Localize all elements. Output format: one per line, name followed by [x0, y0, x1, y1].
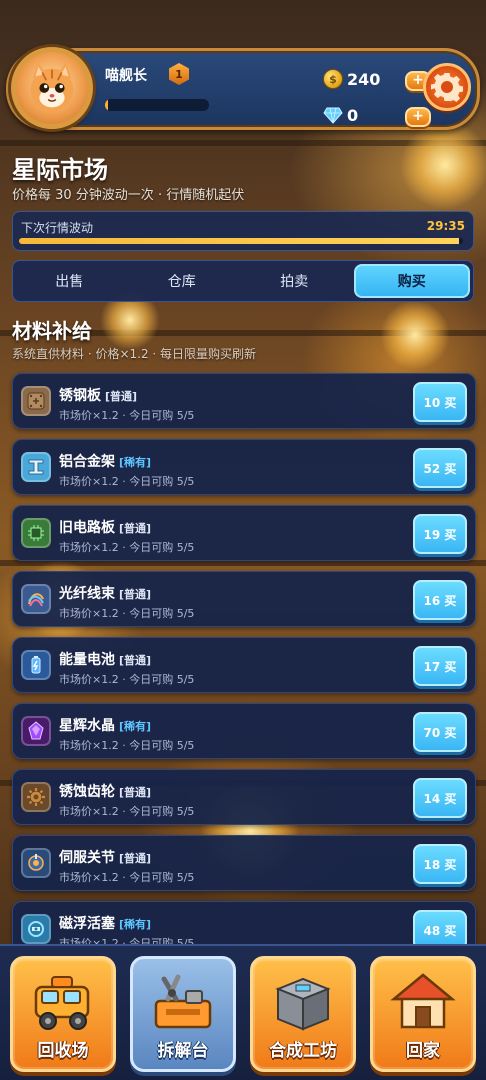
settings-button[interactable] [423, 63, 471, 111]
buy-button[interactable]: 52 买 [413, 448, 467, 488]
player-header: 喵舰长 1 $ 240 + 0 + [6, 47, 480, 130]
item-name: 铝合金架 [稀有] [59, 454, 152, 470]
timer-progress-fill [19, 238, 459, 244]
coin-amount: 240 [347, 69, 381, 89]
item-meta: 市场价×1.2 · 今日可购 5/5 [59, 475, 195, 488]
tab-sell[interactable]: 出售 [13, 261, 126, 301]
buy-button[interactable]: 19 买 [413, 514, 467, 554]
item-name: 光纤线束 [普通] [59, 586, 152, 602]
crafting-box-icon [275, 977, 331, 1031]
dismantle-icon [154, 974, 212, 1029]
nav-recycling-yard[interactable]: 回收场 [10, 956, 116, 1072]
aluminum-frame-icon [21, 452, 51, 482]
item-meta: 市场价×1.2 · 今日可购 5/5 [59, 871, 195, 884]
cat-astronaut-icon [30, 62, 74, 112]
list-item: 伺服关节 [普通] 市场价×1.2 · 今日可购 5/5 18 买 [12, 835, 476, 891]
section-title: 材料补给 [12, 319, 92, 343]
rarity-tag: [普通] [105, 390, 138, 403]
truck-icon [34, 976, 90, 1030]
player-name: 喵舰长 [105, 68, 147, 84]
nav-label: 拆解台 [157, 1041, 209, 1061]
page-title: 星际市场 [12, 156, 108, 184]
gear-icon [431, 73, 463, 102]
rarity-tag: [普通] [119, 522, 152, 535]
rarity-tag: [稀有] [119, 720, 152, 733]
coin-counter: $ 240 [323, 69, 380, 89]
timer-label: 下次行情波动 [21, 221, 94, 235]
nav-dismantle-bench[interactable]: 拆解台 [130, 956, 236, 1072]
rarity-tag: [普通] [119, 654, 152, 667]
item-name: 星辉水晶 [稀有] [59, 718, 152, 734]
star-crystal-icon [21, 716, 51, 746]
tab-auction[interactable]: 拍卖 [238, 261, 351, 301]
nav-go-home[interactable]: 回家 [370, 956, 476, 1072]
rarity-tag: [普通] [119, 852, 152, 865]
item-name: 磁浮活塞 [稀有] [59, 916, 152, 932]
coin-icon: $ [323, 69, 343, 89]
item-name: 旧电路板 [普通] [59, 520, 152, 536]
buy-button[interactable]: 10 买 [413, 382, 467, 422]
item-meta: 市场价×1.2 · 今日可购 5/5 [59, 607, 195, 620]
buy-button[interactable]: 18 买 [413, 844, 467, 884]
rarity-tag: [普通] [119, 786, 152, 799]
nav-label: 回家 [406, 1041, 440, 1061]
item-meta: 市场价×1.2 · 今日可购 5/5 [59, 541, 195, 554]
market-timer-panel: 下次行情波动 29:35 [12, 211, 474, 251]
circuit-board-icon [21, 518, 51, 548]
section-subtitle: 系统直供材料 · 价格×1.2 · 每日限量购买刷新 [12, 347, 257, 361]
buy-button[interactable]: 70 买 [413, 712, 467, 752]
rarity-tag: [稀有] [119, 918, 152, 931]
maglev-piston-icon [21, 914, 51, 944]
gem-amount: 0 [347, 105, 359, 125]
item-meta: 市场价×1.2 · 今日可购 5/5 [59, 673, 195, 686]
list-item: 锈钢板 [普通] 市场价×1.2 · 今日可购 5/5 10 买 [12, 373, 476, 429]
item-name: 能量电池 [普通] [59, 652, 152, 668]
item-name: 伺服关节 [普通] [59, 850, 152, 866]
page-subtitle: 价格每 30 分钟波动一次 · 行情随机起伏 [12, 188, 245, 203]
item-name: 锈钢板 [普通] [59, 388, 138, 404]
energy-battery-icon [21, 650, 51, 680]
exp-bar-fill [105, 99, 109, 111]
timer-progress-bar [19, 238, 463, 244]
list-item: 光纤线束 [普通] 市场价×1.2 · 今日可购 5/5 16 买 [12, 571, 476, 627]
item-meta: 市场价×1.2 · 今日可购 5/5 [59, 409, 195, 422]
rusty-gear-icon [21, 782, 51, 812]
rarity-tag: [稀有] [119, 456, 152, 469]
tab-buy[interactable]: 购买 [353, 264, 470, 298]
item-meta: 市场价×1.2 · 今日可购 5/5 [59, 805, 195, 818]
buy-button[interactable]: 16 买 [413, 580, 467, 620]
add-gems-button[interactable]: + [405, 107, 431, 127]
rarity-tag: [普通] [119, 588, 152, 601]
gem-counter: 0 [323, 105, 358, 125]
list-item: 星辉水晶 [稀有] 市场价×1.2 · 今日可购 5/5 70 买 [12, 703, 476, 759]
item-name: 锈蚀齿轮 [普通] [59, 784, 152, 800]
item-meta: 市场价×1.2 · 今日可购 5/5 [59, 739, 195, 752]
nav-crafting-workshop[interactable]: 合成工坊 [250, 956, 356, 1072]
exp-bar [105, 99, 209, 111]
item-list: 锈钢板 [普通] 市场价×1.2 · 今日可购 5/5 10 买 铝合金架 [稀有]… [12, 373, 476, 967]
bottom-navigation: 回收场 拆解台 合成工坊 回家 [0, 944, 486, 1080]
servo-joint-icon [21, 848, 51, 878]
list-item: 能量电池 [普通] 市场价×1.2 · 今日可购 5/5 17 买 [12, 637, 476, 693]
nav-label: 回收场 [37, 1041, 89, 1061]
player-avatar[interactable] [11, 47, 93, 129]
buy-button[interactable]: 14 买 [413, 778, 467, 818]
buy-button[interactable]: 17 买 [413, 646, 467, 686]
timer-countdown: 29:35 [426, 219, 465, 233]
tab-warehouse[interactable]: 仓库 [126, 261, 239, 301]
steel-plate-icon [21, 386, 51, 416]
market-tabs: 出售 仓库 拍卖 购买 [12, 260, 474, 302]
nav-label: 合成工坊 [269, 1041, 337, 1061]
level-badge: 1 [169, 63, 189, 85]
house-icon [390, 973, 456, 1029]
list-item: 锈蚀齿轮 [普通] 市场价×1.2 · 今日可购 5/5 14 买 [12, 769, 476, 825]
fiber-cable-icon [21, 584, 51, 614]
list-item: 铝合金架 [稀有] 市场价×1.2 · 今日可购 5/5 52 买 [12, 439, 476, 495]
list-item: 旧电路板 [普通] 市场价×1.2 · 今日可购 5/5 19 买 [12, 505, 476, 561]
diamond-icon [323, 107, 343, 124]
